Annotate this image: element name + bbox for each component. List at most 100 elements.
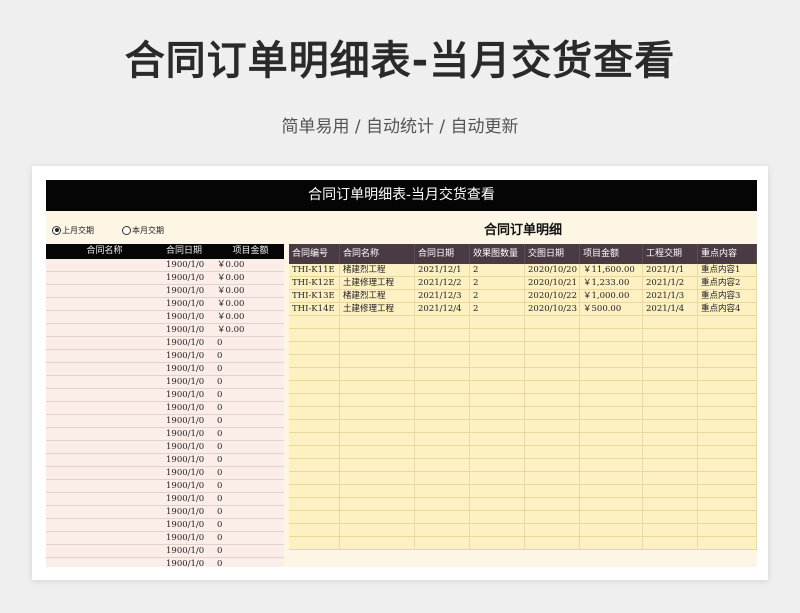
table-cell[interactable] xyxy=(525,394,580,406)
table-cell[interactable] xyxy=(415,407,470,419)
table-cell[interactable] xyxy=(643,511,698,523)
table-cell[interactable] xyxy=(643,316,698,328)
table-cell[interactable] xyxy=(698,368,757,380)
table-cell[interactable]: 2021/12/1 xyxy=(415,264,470,276)
table-cell[interactable] xyxy=(415,537,470,549)
table-cell[interactable] xyxy=(525,433,580,445)
column-header[interactable]: 合同名称 xyxy=(46,244,163,259)
table-cell[interactable] xyxy=(470,420,525,432)
table-cell[interactable]: 2021/1/4 xyxy=(643,303,698,315)
table-cell[interactable]: 重点内容4 xyxy=(698,303,757,315)
table-cell[interactable]: 土建修理工程 xyxy=(340,277,415,289)
table-cell[interactable] xyxy=(698,316,757,328)
table-cell[interactable]: 重点内容3 xyxy=(698,290,757,302)
table-cell[interactable]: 2 xyxy=(470,264,525,276)
table-cell[interactable] xyxy=(643,407,698,419)
table-cell[interactable] xyxy=(46,389,163,401)
table-cell[interactable]: 0 xyxy=(217,493,284,505)
table-cell[interactable]: 0 xyxy=(217,376,284,388)
table-cell[interactable] xyxy=(470,381,525,393)
table-cell[interactable]: 0 xyxy=(217,467,284,479)
table-cell[interactable] xyxy=(46,506,163,518)
table-cell[interactable] xyxy=(643,433,698,445)
table-cell[interactable] xyxy=(415,394,470,406)
table-cell[interactable]: 1900/1/0 xyxy=(163,402,217,414)
table-cell[interactable] xyxy=(470,472,525,484)
table-cell[interactable]: 0 xyxy=(217,506,284,518)
table-cell[interactable] xyxy=(46,350,163,362)
table-cell[interactable] xyxy=(340,407,415,419)
table-cell[interactable]: THI-K11E xyxy=(289,264,340,276)
column-header[interactable]: 项目金额 xyxy=(580,244,643,264)
table-cell[interactable] xyxy=(289,472,340,484)
table-cell[interactable]: THI-K12E xyxy=(289,277,340,289)
table-cell[interactable] xyxy=(525,407,580,419)
table-cell[interactable] xyxy=(415,368,470,380)
table-cell[interactable] xyxy=(415,355,470,367)
table-cell[interactable] xyxy=(289,446,340,458)
table-cell[interactable]: 土建修理工程 xyxy=(340,303,415,315)
table-cell[interactable] xyxy=(415,472,470,484)
table-cell[interactable]: ￥0.00 xyxy=(217,311,284,323)
table-cell[interactable]: ￥11,600.00 xyxy=(580,264,643,276)
table-cell[interactable] xyxy=(289,433,340,445)
table-cell[interactable] xyxy=(470,537,525,549)
table-cell[interactable] xyxy=(525,420,580,432)
table-cell[interactable] xyxy=(46,441,163,453)
table-cell[interactable] xyxy=(698,511,757,523)
table-cell[interactable] xyxy=(525,446,580,458)
column-header[interactable]: 项目金额 xyxy=(217,244,284,259)
table-cell[interactable]: 1900/1/0 xyxy=(163,285,217,297)
table-cell[interactable] xyxy=(580,433,643,445)
table-cell[interactable] xyxy=(470,394,525,406)
table-cell[interactable] xyxy=(46,467,163,479)
table-cell[interactable] xyxy=(340,355,415,367)
table-cell[interactable] xyxy=(289,368,340,380)
table-cell[interactable]: 0 xyxy=(217,480,284,492)
table-cell[interactable] xyxy=(340,368,415,380)
table-cell[interactable] xyxy=(525,511,580,523)
table-cell[interactable] xyxy=(415,498,470,510)
table-cell[interactable] xyxy=(340,433,415,445)
radio-last-month[interactable]: 上月交期 xyxy=(52,225,94,236)
table-cell[interactable] xyxy=(46,558,163,567)
table-cell[interactable]: 1900/1/0 xyxy=(163,350,217,362)
table-cell[interactable]: 1900/1/0 xyxy=(163,467,217,479)
table-cell[interactable] xyxy=(46,324,163,336)
table-cell[interactable]: 1900/1/0 xyxy=(163,519,217,531)
table-cell[interactable] xyxy=(415,511,470,523)
table-cell[interactable]: 重点内容1 xyxy=(698,264,757,276)
table-cell[interactable] xyxy=(470,329,525,341)
table-cell[interactable] xyxy=(470,459,525,471)
table-cell[interactable]: ￥500.00 xyxy=(580,303,643,315)
table-cell[interactable]: 2020/10/22 xyxy=(525,290,580,302)
table-cell[interactable] xyxy=(698,407,757,419)
table-cell[interactable]: ￥0.00 xyxy=(217,272,284,284)
column-header[interactable]: 工程交期 xyxy=(643,244,698,264)
table-cell[interactable] xyxy=(643,524,698,536)
table-cell[interactable] xyxy=(46,480,163,492)
column-header[interactable]: 合同编号 xyxy=(289,244,340,264)
table-cell[interactable] xyxy=(525,381,580,393)
table-cell[interactable] xyxy=(643,537,698,549)
table-cell[interactable] xyxy=(340,498,415,510)
table-cell[interactable]: 2021/1/3 xyxy=(643,290,698,302)
table-cell[interactable]: 0 xyxy=(217,350,284,362)
table-cell[interactable] xyxy=(470,524,525,536)
table-cell[interactable] xyxy=(340,511,415,523)
table-cell[interactable] xyxy=(46,285,163,297)
table-cell[interactable] xyxy=(525,524,580,536)
table-cell[interactable]: 1900/1/0 xyxy=(163,493,217,505)
table-cell[interactable] xyxy=(340,394,415,406)
table-cell[interactable] xyxy=(580,381,643,393)
table-cell[interactable]: 2021/12/2 xyxy=(415,277,470,289)
table-cell[interactable] xyxy=(340,342,415,354)
table-cell[interactable] xyxy=(698,329,757,341)
table-cell[interactable]: 0 xyxy=(217,363,284,375)
table-cell[interactable] xyxy=(46,376,163,388)
column-header[interactable]: 效果图数量 xyxy=(470,244,525,264)
table-cell[interactable]: 1900/1/0 xyxy=(163,259,217,271)
table-cell[interactable] xyxy=(470,355,525,367)
table-cell[interactable]: 楮建烈工程 xyxy=(340,264,415,276)
table-cell[interactable] xyxy=(46,415,163,427)
